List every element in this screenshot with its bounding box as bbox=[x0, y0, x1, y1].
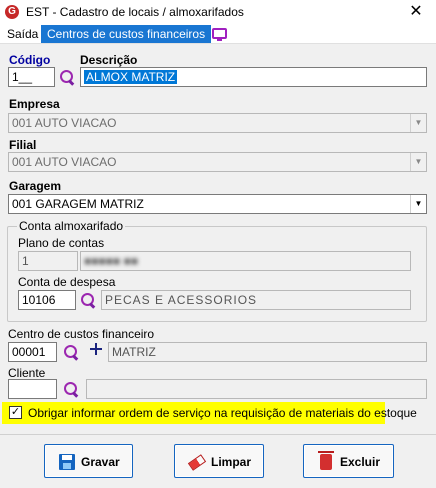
menu-item-centros-de-custos[interactable]: Centros de custos financeiros bbox=[41, 25, 212, 43]
empresa-label: Empresa bbox=[9, 97, 60, 111]
conta-despesa-desc-value: PECAS E ACESSORIOS bbox=[105, 293, 258, 307]
plano-contas-label: Plano de contas bbox=[18, 236, 105, 250]
empresa-select[interactable]: 001 AUTO VIACAO ▼ bbox=[8, 113, 427, 133]
descricao-label: Descrição bbox=[80, 53, 138, 67]
close-button[interactable]: ✕ bbox=[406, 2, 426, 22]
garagem-select[interactable]: 001 GARAGEM MATRIZ ▼ bbox=[8, 194, 427, 214]
filial-label: Filial bbox=[9, 138, 37, 152]
eraser-icon bbox=[187, 454, 207, 471]
centro-custos-input[interactable]: 00001 bbox=[8, 342, 57, 362]
window-title: EST - Cadastro de locais / almoxarifados bbox=[26, 5, 244, 19]
conta-almoxarifado-title: Conta almoxarifado bbox=[17, 219, 126, 233]
cliente-search-icon[interactable] bbox=[62, 380, 80, 398]
chevron-down-icon: ▼ bbox=[410, 153, 426, 171]
obrigar-os-checkbox[interactable]: ✓ bbox=[9, 406, 22, 419]
conta-despesa-input[interactable]: 10106 bbox=[18, 290, 76, 310]
conta-despesa-value: 10106 bbox=[22, 293, 56, 307]
trash-icon bbox=[318, 451, 334, 470]
obrigar-os-row: ✓ Obrigar informar ordem de serviço na r… bbox=[2, 402, 417, 424]
gravar-button[interactable]: Gravar bbox=[44, 444, 133, 478]
monitor-icon[interactable] bbox=[212, 28, 227, 41]
plano-contas-desc: ■■■■■ ■■ bbox=[80, 251, 411, 271]
excluir-button[interactable]: Excluir bbox=[303, 444, 394, 478]
cliente-input[interactable] bbox=[8, 379, 57, 399]
chevron-down-icon: ▼ bbox=[410, 114, 426, 132]
centro-custos-value: 00001 bbox=[12, 345, 46, 359]
codigo-input[interactable]: 1__ bbox=[8, 67, 55, 87]
descricao-value: ALMOX MATRIZ bbox=[84, 70, 178, 84]
title-bar: G EST - Cadastro de locais / almoxarifad… bbox=[0, 0, 436, 24]
cliente-label: Cliente bbox=[8, 366, 46, 380]
centro-custos-search-icon[interactable] bbox=[62, 343, 80, 361]
add-icon[interactable] bbox=[90, 343, 102, 355]
menu-item-saida[interactable]: Saída bbox=[7, 27, 38, 41]
app-logo-icon: G bbox=[5, 5, 19, 19]
centro-custos-label: Centro de custos financeiro bbox=[8, 327, 155, 341]
garagem-label: Garagem bbox=[9, 179, 62, 193]
centro-custos-desc: MATRIZ bbox=[108, 342, 427, 362]
excluir-label: Excluir bbox=[340, 455, 381, 469]
centro-custos-desc-value: MATRIZ bbox=[112, 345, 156, 359]
cliente-desc bbox=[86, 379, 427, 399]
conta-despesa-desc: PECAS E ACESSORIOS bbox=[101, 290, 411, 310]
codigo-search-icon[interactable] bbox=[58, 68, 76, 86]
footer-divider bbox=[0, 434, 436, 435]
descricao-input[interactable]: ALMOX MATRIZ bbox=[80, 67, 427, 87]
conta-despesa-search-icon[interactable] bbox=[79, 291, 97, 309]
codigo-label: Código bbox=[9, 53, 51, 67]
gravar-label: Gravar bbox=[81, 455, 120, 469]
plano-contas-input[interactable]: 1 bbox=[18, 251, 78, 271]
plano-contas-value: 1 bbox=[22, 254, 29, 268]
codigo-value: 1__ bbox=[12, 70, 33, 84]
garagem-value: 001 GARAGEM MATRIZ bbox=[12, 197, 144, 211]
floppy-disk-icon bbox=[59, 454, 75, 470]
limpar-button[interactable]: Limpar bbox=[174, 444, 264, 478]
chevron-down-icon: ▼ bbox=[410, 195, 426, 213]
conta-despesa-label: Conta de despesa bbox=[18, 275, 116, 289]
menu-bar: Saída Centros de custos financeiros bbox=[0, 24, 436, 44]
limpar-label: Limpar bbox=[211, 455, 252, 469]
empresa-value: 001 AUTO VIACAO bbox=[12, 116, 117, 130]
filial-value: 001 AUTO VIACAO bbox=[12, 155, 117, 169]
obrigar-os-label[interactable]: Obrigar informar ordem de serviço na req… bbox=[28, 406, 417, 420]
filial-select[interactable]: 001 AUTO VIACAO ▼ bbox=[8, 152, 427, 172]
plano-contas-desc-value: ■■■■■ ■■ bbox=[84, 254, 139, 268]
